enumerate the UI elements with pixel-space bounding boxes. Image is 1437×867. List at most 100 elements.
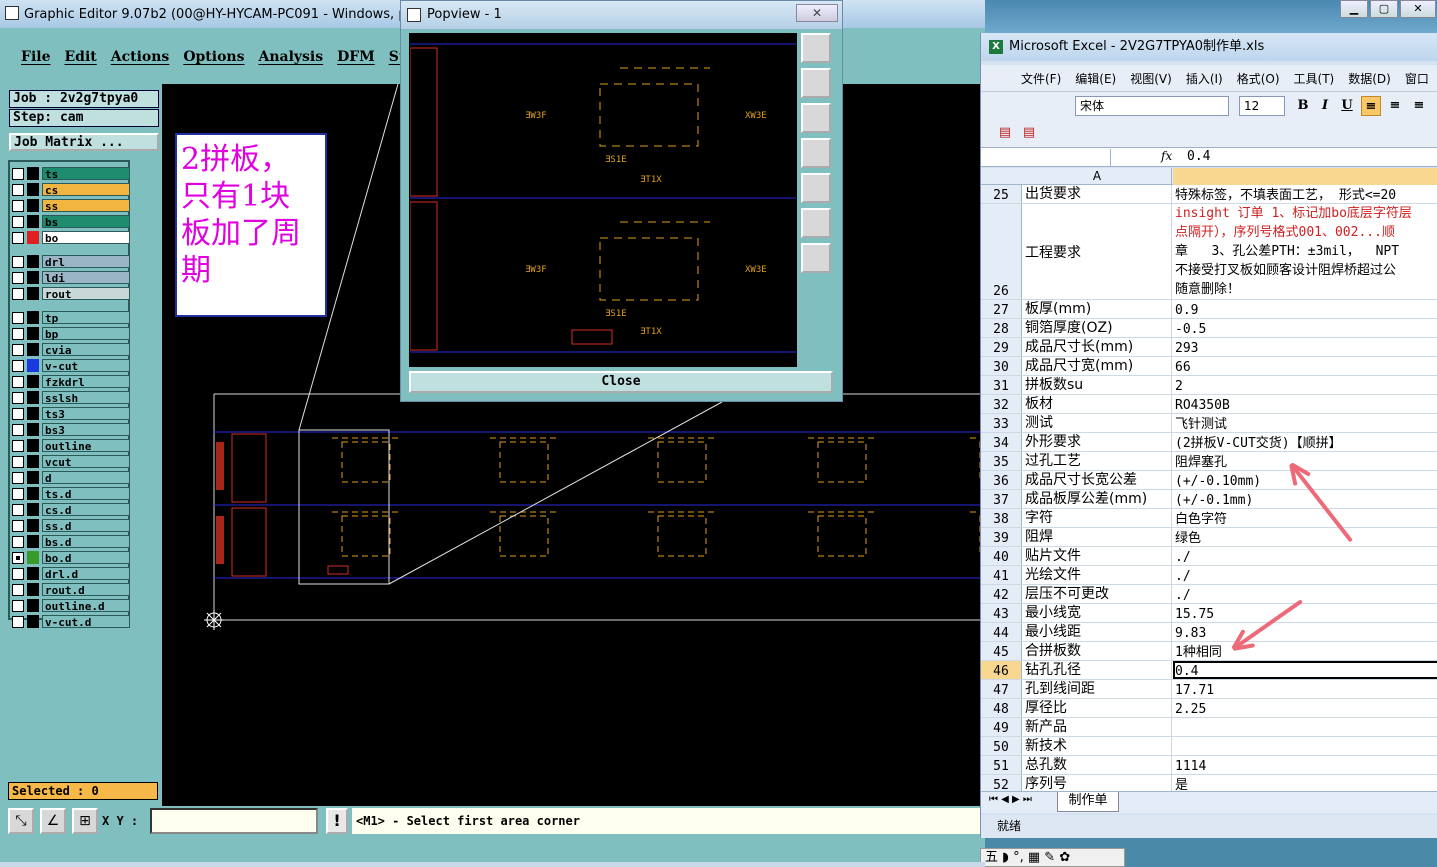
row-number[interactable]: 43 — [981, 604, 1022, 622]
column-b-header[interactable] — [1173, 168, 1437, 185]
cell-a[interactable]: 板厚(mm) — [1023, 300, 1172, 318]
layer-checkbox[interactable] — [12, 423, 24, 436]
layer-checkbox[interactable] — [12, 551, 24, 564]
layer-checkbox[interactable] — [12, 327, 24, 340]
layer-row-bs[interactable]: bs — [12, 214, 130, 229]
layer-row-outline.d[interactable]: outline.d — [12, 598, 130, 613]
layer-name[interactable]: tp — [42, 311, 130, 325]
row-number[interactable]: 25 — [981, 185, 1022, 203]
layer-row-bp[interactable]: bp — [12, 326, 130, 341]
popview-pan-left-icon[interactable] — [801, 138, 831, 168]
row-number[interactable]: 44 — [981, 623, 1022, 641]
cell-b[interactable]: 15.75 — [1173, 604, 1437, 622]
cell-b[interactable]: ./ — [1173, 585, 1437, 603]
cell-b[interactable]: 1114 — [1173, 756, 1437, 774]
layer-row-tp[interactable]: tp — [12, 310, 130, 325]
row-number[interactable]: 40 — [981, 547, 1022, 565]
layer-checkbox[interactable] — [12, 255, 24, 268]
row-number[interactable]: 35 — [981, 452, 1022, 470]
cell-b[interactable]: 0.4 — [1173, 661, 1437, 679]
row-number[interactable]: 36 — [981, 471, 1022, 489]
cell-b[interactable]: 绿色 — [1173, 528, 1437, 546]
cell-a[interactable]: 字符 — [1023, 509, 1172, 527]
layer-row-v-cut[interactable]: v-cut — [12, 358, 130, 373]
layer-checkbox[interactable] — [12, 487, 24, 500]
layer-row-fzkdrl[interactable]: fzkdrl — [12, 374, 130, 389]
cell-a[interactable]: 工程要求 — [1023, 204, 1172, 299]
cell-a[interactable]: 新产品 — [1023, 718, 1172, 736]
cell-a[interactable]: 新技术 — [1023, 737, 1172, 755]
cell-b[interactable] — [1173, 718, 1437, 736]
cell-a[interactable]: 层压不可更改 — [1023, 585, 1172, 603]
cell-b[interactable]: 特殊标签，不填表面工艺， 形式<=20 — [1173, 185, 1437, 203]
cell-a[interactable]: 合拼板数 — [1023, 642, 1172, 660]
cell-b[interactable]: 66 — [1173, 357, 1437, 375]
cell-a[interactable]: 铜箔厚度(OZ) — [1023, 319, 1172, 337]
layer-row-vcut[interactable]: vcut — [12, 454, 130, 469]
layer-checkbox[interactable] — [12, 199, 24, 212]
row-number[interactable]: 45 — [981, 642, 1022, 660]
cell-a[interactable]: 贴片文件 — [1023, 547, 1172, 565]
row-number[interactable]: 30 — [981, 357, 1022, 375]
cell-b[interactable]: 阻焊塞孔 — [1173, 452, 1437, 470]
layer-name[interactable]: ts.d — [42, 487, 130, 501]
layer-row-ss.d[interactable]: ss.d — [12, 518, 130, 533]
cell-a[interactable]: 钻孔孔径 — [1023, 661, 1172, 679]
layer-row-bs3[interactable]: bs3 — [12, 422, 130, 437]
layer-row-rout.d[interactable]: rout.d — [12, 582, 130, 597]
cell-b[interactable]: RO4350B — [1173, 395, 1437, 413]
cell-b[interactable]: ./ — [1173, 566, 1437, 584]
excel-menu-item[interactable]: 格式(O) — [1237, 70, 1280, 87]
cell-a[interactable]: 光绘文件 — [1023, 566, 1172, 584]
font-name-select[interactable]: 宋体 — [1075, 96, 1229, 116]
ime-toolbar[interactable]: 五 ◗ °, ▦ ✎ ✿ — [980, 848, 1125, 867]
font-size-select[interactable]: 12 — [1239, 96, 1285, 116]
layer-name[interactable]: ss.d — [42, 519, 130, 533]
layer-name[interactable]: ldi — [42, 271, 130, 285]
layer-name[interactable]: ss — [42, 199, 130, 213]
layer-checkbox[interactable] — [12, 567, 24, 580]
cell-a[interactable]: 阻焊 — [1023, 528, 1172, 546]
excel-menu-item[interactable]: 数据(D) — [1348, 70, 1391, 87]
excel-menu-item[interactable]: 窗口 — [1405, 70, 1429, 87]
layer-name[interactable]: cs.d — [42, 503, 130, 517]
layer-name[interactable]: v-cut — [42, 359, 130, 373]
layer-name[interactable]: rout.d — [42, 583, 130, 597]
layer-row-ss[interactable]: ss — [12, 198, 130, 213]
name-box[interactable] — [987, 149, 1111, 166]
popview-pan-up-icon[interactable] — [801, 68, 831, 98]
cell-a[interactable]: 外形要求 — [1023, 433, 1172, 451]
layer-name[interactable]: bp — [42, 327, 130, 341]
row-number[interactable]: 39 — [981, 528, 1022, 546]
cell-a[interactable]: 总孔数 — [1023, 756, 1172, 774]
cell-a[interactable]: 过孔工艺 — [1023, 452, 1172, 470]
cell-b[interactable]: 是 — [1173, 775, 1437, 791]
layer-name[interactable]: outline.d — [42, 599, 130, 613]
cell-b[interactable]: 白色字符 — [1173, 509, 1437, 527]
zoom-area-icon[interactable]: ⤡ — [8, 808, 34, 834]
layer-checkbox[interactable] — [12, 271, 24, 284]
layer-name[interactable]: v-cut.d — [42, 615, 130, 629]
layer-checkbox[interactable] — [12, 407, 24, 420]
row-number[interactable]: 34 — [981, 433, 1022, 451]
cell-a[interactable]: 孔到线间距 — [1023, 680, 1172, 698]
layer-checkbox[interactable] — [12, 583, 24, 596]
cell-a[interactable]: 厚径比 — [1023, 699, 1172, 717]
row-number[interactable]: 29 — [981, 338, 1022, 356]
layer-row-v-cut.d[interactable]: v-cut.d — [12, 614, 130, 629]
layer-name[interactable]: sslsh — [42, 391, 130, 405]
cell-a[interactable]: 成品尺寸宽(mm) — [1023, 357, 1172, 375]
sheet-tab[interactable]: 制作单 — [1057, 792, 1119, 812]
row-number[interactable]: 32 — [981, 395, 1022, 413]
popview-canvas[interactable]: ƎW3F XW3E ƎS1E ƎT1X ƎW3F XW3E ƎS1E ƎT1X — [409, 33, 797, 367]
layer-checkbox[interactable] — [12, 503, 24, 516]
close-button[interactable]: ✕ — [1400, 0, 1436, 18]
layer-row-ts.d[interactable]: ts.d — [12, 486, 130, 501]
row-number[interactable]: 49 — [981, 718, 1022, 736]
cell-b[interactable]: (+/-0.1mm) — [1173, 490, 1437, 508]
pdf-icon[interactable]: ▤ — [995, 123, 1015, 143]
cell-a[interactable]: 成品尺寸长宽公差 — [1023, 471, 1172, 489]
excel-menu-item[interactable]: 视图(V) — [1130, 70, 1172, 87]
xy-input[interactable] — [150, 808, 318, 834]
menu-analysis[interactable]: Analysis — [251, 49, 330, 65]
